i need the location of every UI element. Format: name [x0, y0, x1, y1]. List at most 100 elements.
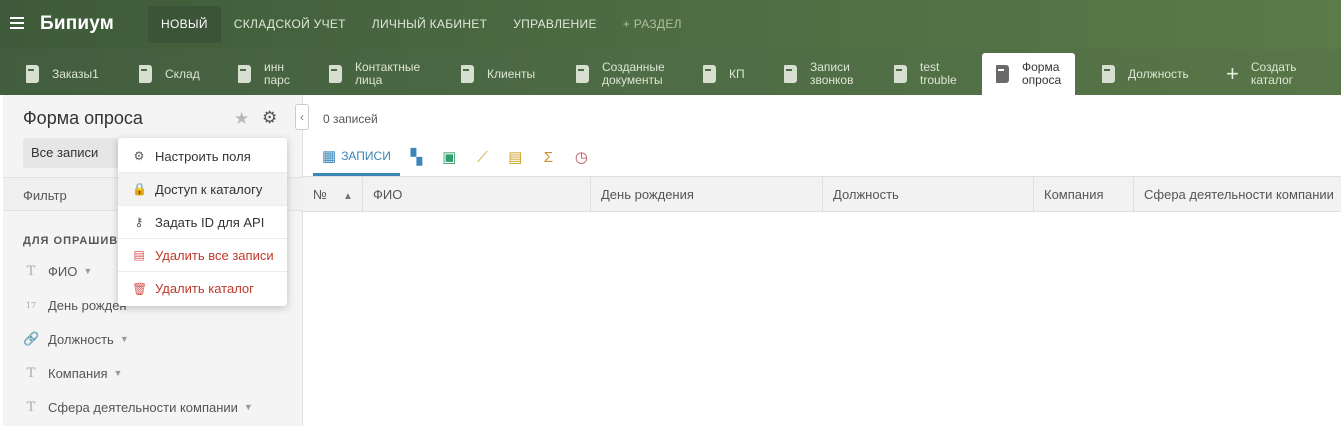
tab-inn[interactable]: инн парс: [238, 53, 290, 95]
gear-icon[interactable]: ⚙: [262, 108, 277, 128]
view-tab-records[interactable]: ▦ ЗАПИСИ: [313, 138, 400, 176]
column-company[interactable]: Компания: [1033, 177, 1133, 213]
tab-label: Должность: [1128, 66, 1189, 81]
catalog-title: Форма опроса: [23, 108, 143, 128]
document-icon: [329, 65, 342, 83]
view-select[interactable]: Все записи: [23, 138, 123, 168]
tab-documents[interactable]: Созданные документы: [576, 53, 665, 95]
menu-item-label: Задать ID для API: [155, 214, 265, 230]
document-icon: [26, 65, 39, 83]
column-birthday[interactable]: День рождения: [590, 177, 822, 213]
document-icon: [461, 65, 474, 83]
column-fio[interactable]: ФИО: [362, 177, 590, 213]
column-label: ФИО: [373, 187, 403, 202]
table-header: № ▲ ФИО День рождения Должность Компания …: [303, 176, 1341, 213]
top-nav: НОВЫЙ СКЛАДСКОЙ УЧЕТ ЛИЧНЫЙ КАБИНЕТ УПРА…: [148, 6, 695, 43]
column-sphere[interactable]: Сфера деятельности компании: [1133, 177, 1341, 213]
calendar-view-icon[interactable]: ▣: [433, 138, 466, 176]
menu-item-label: Удалить все записи: [155, 247, 274, 263]
menu-item-label: Доступ к каталогу: [155, 181, 263, 197]
calendar-icon: 17: [25, 300, 37, 310]
kanban-view-icon[interactable]: ▤: [499, 138, 532, 176]
filter-label: Фильтр: [23, 188, 67, 203]
tab-position[interactable]: Должность: [1102, 53, 1189, 95]
menu-item-delete-catalog[interactable]: 🗑 Удалить каталог: [118, 272, 287, 305]
column-number[interactable]: № ▲: [303, 177, 362, 213]
chevron-down-icon: ▼: [243, 402, 253, 412]
tab-label: Форма опроса: [1022, 60, 1062, 87]
topnav-warehouse[interactable]: СКЛАДСКОЙ УЧЕТ: [221, 6, 359, 43]
lock-icon: 🔒: [132, 182, 147, 196]
view-tab-label: ЗАПИСИ: [341, 148, 391, 163]
tab-create-catalog[interactable]: + Создать каталог: [1226, 53, 1296, 95]
catalog-settings-menu: ⚙ Настроить поля 🔒 Доступ к каталогу ⚷ З…: [118, 138, 287, 306]
history-view-icon[interactable]: ◷: [565, 138, 598, 176]
menu-item-delete-all-records[interactable]: ▤ Удалить все записи: [118, 239, 287, 272]
document-icon: [784, 65, 797, 83]
tab-label: КП: [729, 66, 745, 81]
tab-label: Записи звонков: [810, 60, 854, 87]
star-icon[interactable]: ★: [234, 109, 249, 129]
tab-label: Создать каталог: [1250, 60, 1297, 87]
field-group-title: ДЛЯ ОПРАШИВ: [23, 235, 119, 247]
plus-icon: +: [1226, 61, 1239, 86]
tab-survey-form[interactable]: Форма опроса: [982, 53, 1075, 95]
link-icon: 🔗: [23, 331, 40, 347]
tab-kp[interactable]: КП: [703, 53, 745, 95]
document-icon: [703, 65, 716, 83]
chart-view-icon[interactable]: ⟋: [466, 138, 499, 176]
tab-clients[interactable]: Клиенты: [461, 53, 535, 95]
topnav-add-section[interactable]: + РАЗДЕЛ: [610, 6, 695, 43]
top-bar: Бипиум НОВЫЙ СКЛАДСКОЙ УЧЕТ ЛИЧНЫЙ КАБИН…: [0, 0, 1341, 49]
document-icon: [996, 65, 1009, 83]
sort-up-icon[interactable]: ▲: [343, 191, 353, 202]
collapse-sidebar-button[interactable]: ‹: [295, 104, 309, 130]
field-label: ФИО: [48, 263, 78, 279]
tab-calls[interactable]: Записи звонков: [784, 53, 853, 95]
tab-label: Клиенты: [487, 66, 536, 81]
document-icon: [576, 65, 589, 83]
catalog-tab-bar: Заказы1 Склад инн парс Контактные лица К…: [0, 49, 1341, 95]
column-label: Компания: [1044, 187, 1104, 202]
tab-label: test trouble: [920, 60, 957, 87]
cards-view-icon[interactable]: ▚: [400, 138, 433, 176]
topnav-new[interactable]: НОВЫЙ: [148, 6, 221, 43]
column-label: №: [313, 187, 327, 202]
menu-item-label: Удалить каталог: [155, 281, 254, 296]
records-count: 0 записей: [323, 112, 378, 126]
menu-item-configure-fields[interactable]: ⚙ Настроить поля: [118, 140, 287, 173]
filter-field-sphere[interactable]: T Сфера деятельности компании ▼: [23, 397, 253, 417]
column-label: День рождения: [601, 187, 694, 202]
shredder-icon: ▤: [133, 248, 145, 262]
tab-orders[interactable]: Заказы1: [26, 53, 99, 95]
field-label: Компания: [48, 365, 108, 381]
brand-logo[interactable]: Бипиум: [40, 13, 114, 35]
topnav-management[interactable]: УПРАВЛЕНИЕ: [500, 6, 610, 43]
filter-field-company[interactable]: T Компания ▼: [23, 363, 123, 383]
field-label: День рожден: [48, 297, 127, 313]
chevron-down-icon: ▼: [83, 266, 93, 276]
document-icon: [894, 65, 907, 83]
filter-field-position[interactable]: 🔗 Должность ▼: [23, 329, 129, 349]
menu-item-set-api-id[interactable]: ⚷ Задать ID для API: [118, 206, 287, 239]
tab-contacts[interactable]: Контактные лица: [329, 53, 420, 95]
topnav-account[interactable]: ЛИЧНЫЙ КАБИНЕТ: [359, 6, 500, 43]
tab-warehouse[interactable]: Склад: [139, 53, 200, 95]
text-type-icon: T: [26, 399, 36, 415]
tab-test-trouble[interactable]: test trouble: [894, 53, 957, 95]
gear-icon: ⚙: [133, 149, 145, 163]
menu-item-catalog-access[interactable]: 🔒 Доступ к каталогу: [118, 173, 287, 206]
sum-view-icon[interactable]: Σ: [532, 138, 565, 176]
filter-field-fio[interactable]: T ФИО ▼: [23, 261, 93, 281]
document-icon: [1102, 65, 1115, 83]
text-type-icon: T: [26, 263, 36, 279]
column-position[interactable]: Должность: [822, 177, 1033, 213]
filter-field-birthday[interactable]: 17 День рожден: [23, 295, 127, 315]
chevron-down-icon: ▼: [119, 334, 129, 344]
document-icon: [238, 65, 251, 83]
field-label: Сфера деятельности компании: [48, 399, 238, 415]
menu-icon[interactable]: [10, 17, 24, 31]
tab-label: Контактные лица: [355, 60, 421, 87]
table-icon: ▦: [322, 147, 337, 165]
view-tabs: ▦ ЗАПИСИ ▚ ▣ ⟋ ▤ Σ ◷: [313, 138, 598, 176]
